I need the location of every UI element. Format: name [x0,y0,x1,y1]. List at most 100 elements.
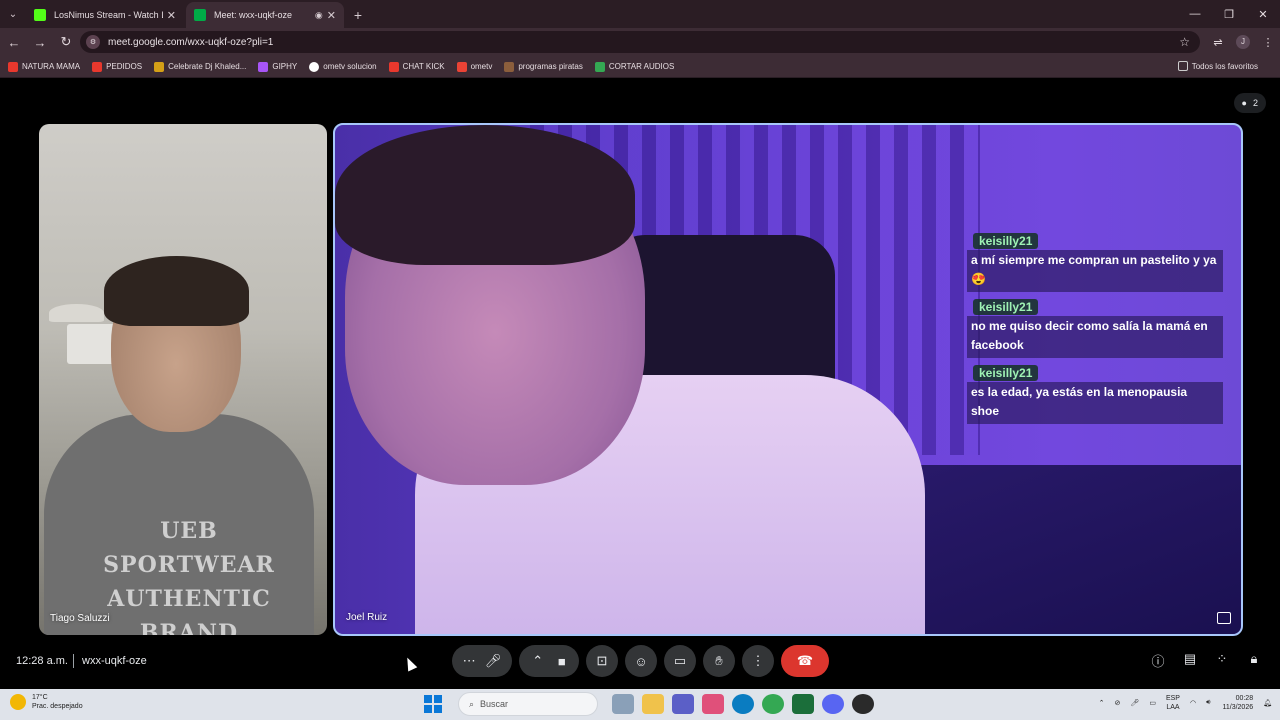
bookmark-item[interactable]: CHAT KICK [388,61,445,72]
bookmark-icon [92,61,103,72]
participant-tile-tiago[interactable]: UEB SPORTWEAR AUTHENTIC BRAND Tiago Salu… [39,124,327,635]
bookmark-item[interactable]: GIPHY [258,61,298,72]
meet-favicon-icon [194,9,206,21]
raise-hand-button[interactable]: ✋︎ [703,645,735,677]
menu-kebab-icon[interactable]: ⋮ [1256,36,1280,49]
reactions-button[interactable]: ☺ [625,645,657,677]
present-screen-button[interactable]: ⊡ [586,645,618,677]
clock-time: 00:28 [1235,695,1254,702]
windows-start-icon[interactable] [424,695,442,713]
bookmark-item[interactable]: programas piratas [504,61,583,72]
new-tab-button[interactable]: + [346,2,370,28]
bookmark-icon [258,61,269,72]
search-placeholder: Buscar [480,699,509,709]
meet-stage: ● 2 UEB SPORTWEAR AUTHENTIC BRAND Tiago … [0,79,1280,689]
meeting-code: wxx-uqkf-oze [82,655,147,667]
emoji-icon: ☺ [634,653,648,669]
folder-icon [1177,61,1188,71]
search-icon: ⌕ [469,698,475,709]
bookmark-label: ometv solucion [323,62,377,71]
bookmark-label: NATURA MAMA [22,62,81,71]
tray-chevron-icon[interactable]: ⌃ [1099,699,1105,707]
all-bookmarks-button[interactable]: Todos los favoritos [1177,61,1258,71]
display-icon[interactable]: ▭ [1149,699,1156,707]
chat-message: keisilly21 no me quiso decir como salía … [967,298,1223,358]
bookmark-item[interactable]: ometv [456,61,492,72]
participant-hair [335,125,635,265]
toolbar-actions: ⇌ J ⋮ [1206,28,1280,56]
stream-chat-overlay: keisilly21 a mí siempre me compran un pa… [967,232,1223,430]
file-explorer-icon[interactable] [642,694,664,714]
side-panel-buttons: ⓘ ▤ ⁘ 🔒︎ [1142,651,1270,670]
system-tray: ⌃ ⊘ 🎤︎ ▭ ESP LAA ◠ 🔊︎ 00:28 11/3/2026 🔔︎ [1089,694,1272,712]
camera-icon[interactable]: ■ [558,654,566,669]
camera-control-group: ⌃ ■ [519,645,579,677]
recording-indicator-icon: ◉ [314,9,323,20]
taskbar-search-input[interactable]: ⌕ Buscar [458,692,598,716]
chat-username: keisilly21 [973,233,1039,249]
teams-icon[interactable] [672,694,694,714]
bookmark-item[interactable]: NATURA MAMA [8,61,81,72]
tab-losnimus[interactable]: LosNimus Stream - Watch Live ✕ [26,2,184,28]
bookmark-icon [594,61,605,72]
lang-code: ESP [1165,695,1180,702]
lang-layout: LAA [1166,704,1180,711]
app-icon[interactable] [792,694,814,714]
bookmark-item[interactable]: CORTAR AUDIOS [594,61,674,72]
edge-icon[interactable] [732,694,754,714]
call-controls: ⋯ 🎤︎ ⌃ ■ ⊡ ☺ ▭ ✋︎ ⋮ ☎︎ [452,645,836,677]
participants-badge[interactable]: ● 2 [1233,93,1266,113]
bookmark-star-icon[interactable]: ☆ [1179,35,1190,49]
participant-tile-joel[interactable]: keisilly21 a mí siempre me compran un pa… [333,123,1243,636]
forward-button[interactable]: → [28,30,52,54]
close-tab-icon[interactable]: ✕ [167,9,176,22]
chevron-up-icon[interactable]: ⌃ [532,653,543,669]
end-call-button[interactable]: ☎︎ [781,645,829,677]
close-tab-icon[interactable]: ✕ [327,9,336,22]
weather-widget[interactable]: 17°C Prac. despejado [10,693,83,711]
back-button[interactable]: ← [2,30,26,54]
language-indicator[interactable]: ESP LAA [1166,694,1180,712]
profile-avatar[interactable]: J [1236,35,1250,49]
system-clock[interactable]: 00:28 11/3/2026 [1222,694,1253,712]
minimize-button[interactable]: — [1178,0,1212,28]
discord-icon[interactable] [822,694,844,714]
host-controls-icon[interactable]: 🔒︎ [1238,651,1270,670]
microphone-icon[interactable]: 🎤︎ [485,653,502,669]
tab-label: Meet: wxx-uqkf-oze [214,10,293,20]
browser-toolbar: ← → ↻ ⚙ meet.google.com/wxx-uqkf-oze?pli… [0,28,1280,56]
bookmark-label: GIPHY [272,62,298,71]
divider [73,654,74,668]
notification-bell-icon[interactable]: 🔔︎ [1263,699,1272,707]
maximize-button[interactable]: ❐ [1212,0,1246,28]
meeting-info-icon[interactable]: ⓘ [1142,651,1174,670]
address-bar[interactable]: ⚙ meet.google.com/wxx-uqkf-oze?pli=1 ☆ [80,31,1200,53]
activities-icon[interactable]: ⁘ [1206,651,1238,670]
chat-icon[interactable]: ▤ [1174,651,1206,670]
tab-meet[interactable]: Meet: wxx-uqkf-oze ◉ ✕ [186,2,344,28]
network-icon[interactable]: ⊘ [1115,699,1121,707]
bookmark-item[interactable]: Celebrate Dj Khaled... [154,61,247,72]
mic-tray-icon[interactable]: 🎤︎ [1130,699,1139,707]
bookmark-label: Celebrate Dj Khaled... [168,62,247,71]
bookmark-item[interactable]: PEDIDOS [92,61,142,72]
chrome-icon[interactable] [762,694,784,714]
tab-search-icon[interactable]: ⌄ [0,0,26,28]
cast-icon[interactable]: ⇌ [1206,36,1230,49]
captions-button[interactable]: ▭ [664,645,696,677]
copilot-icon[interactable] [702,694,724,714]
obs-icon[interactable] [852,694,874,714]
more-options-button[interactable]: ⋮ [742,645,774,677]
pip-icon[interactable] [1217,612,1231,624]
site-info-icon[interactable]: ⚙ [86,35,100,49]
chat-text: es la edad, ya estás en la menopausia sh… [967,382,1223,424]
more-audio-options-icon[interactable]: ⋯ [463,653,476,669]
participant-name: Tiago Saluzzi [50,613,110,624]
reload-button[interactable]: ↻ [54,30,78,54]
clock-date: 11/3/2026 [1222,704,1254,711]
volume-icon[interactable]: 🔊︎ [1206,699,1210,707]
wifi-icon[interactable]: ◠ [1190,699,1196,707]
close-window-button[interactable]: ✕ [1246,0,1280,28]
bookmark-item[interactable]: ometv solucion [309,61,377,72]
task-view-icon[interactable] [612,694,634,714]
